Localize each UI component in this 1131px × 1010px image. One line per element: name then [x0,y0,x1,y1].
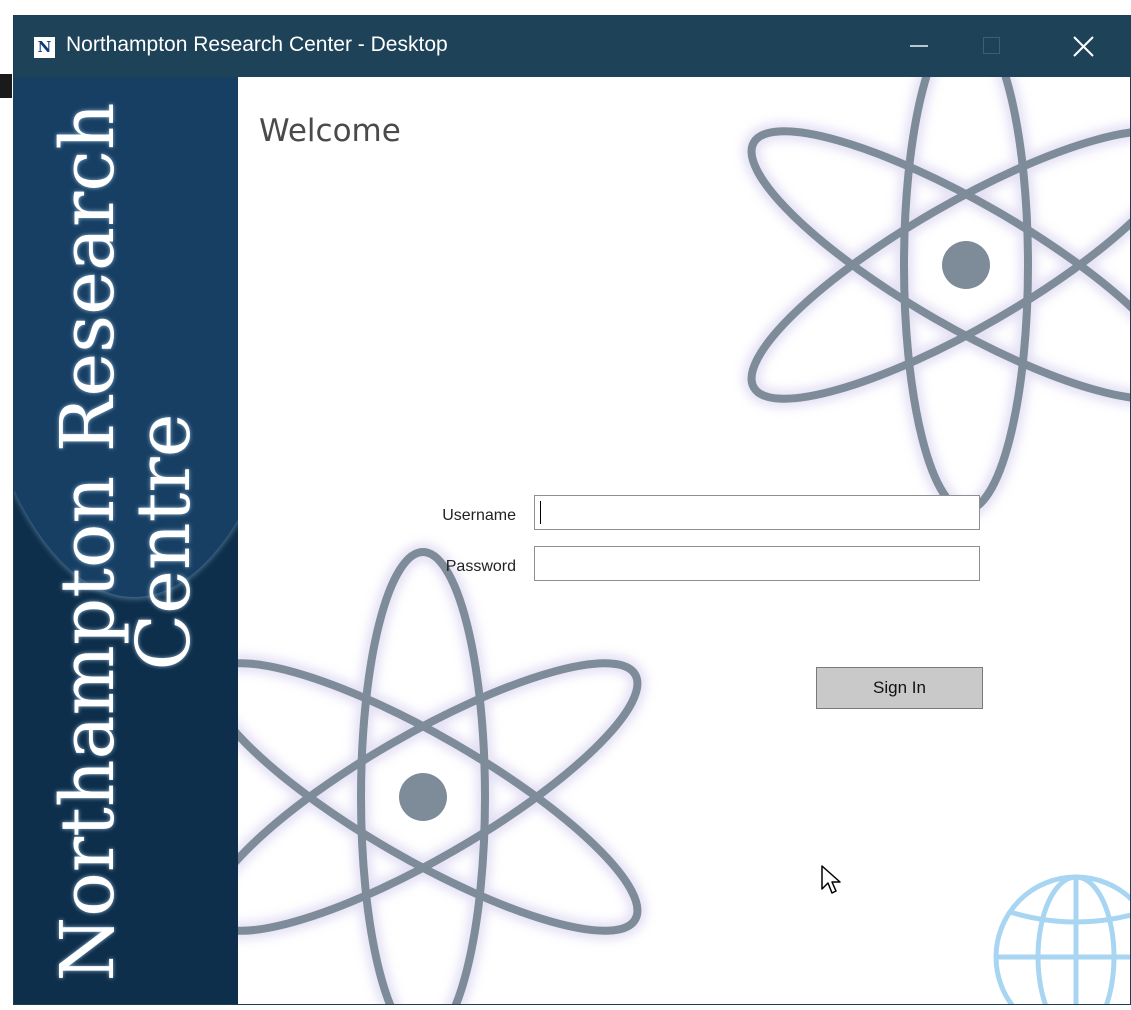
mouse-pointer-icon [821,865,841,894]
app-logo-icon: N [34,37,55,58]
window-title: Northampton Research Center - Desktop [66,33,448,56]
close-button[interactable] [1052,16,1112,77]
maximize-icon [983,37,1000,54]
globe-icon [993,874,1130,1004]
atom-icon-top [742,77,1130,519]
atom-icon-bottom [238,543,647,1004]
title-bar[interactable]: N Northampton Research Center - Desktop [14,16,1130,77]
sign-in-button[interactable]: Sign In [816,667,983,709]
minimize-button[interactable] [890,16,950,77]
text-caret [540,501,541,524]
app-window: N Northampton Research Center - Desktop … [13,15,1131,1005]
background-decoration [238,77,1130,1004]
background-block [0,74,12,98]
welcome-heading: Welcome [259,113,401,149]
username-input[interactable] [534,495,980,530]
brand-sidebar: Northampton Research Centre [14,77,238,1004]
minimize-icon [910,45,928,47]
password-input[interactable] [534,546,980,581]
password-label: Password [445,558,516,575]
username-label: Username [442,507,516,524]
close-icon [1073,36,1094,57]
maximize-button[interactable] [962,16,1022,77]
brand-name-line2: Centre [121,413,207,671]
desktop-background [0,0,14,1010]
brand-name: Northampton Research Centre [45,102,207,982]
brand-name-line1: Northampton Research [45,102,131,982]
login-panel: Welcome Username Password Sign In [238,77,1130,1004]
